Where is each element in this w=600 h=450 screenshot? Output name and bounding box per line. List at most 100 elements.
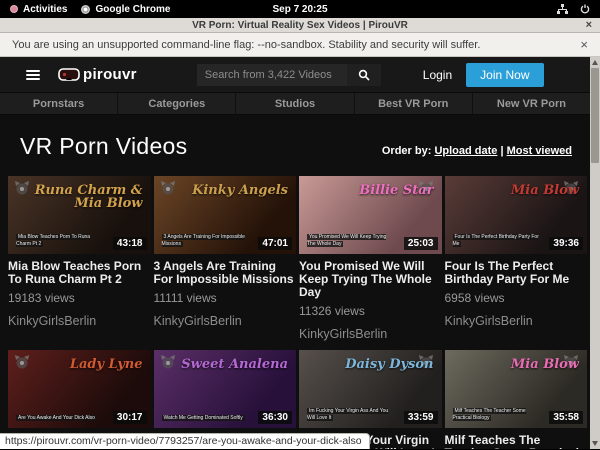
system-top-bar: Activities Google Chrome Sep 7 20:25 xyxy=(0,0,600,18)
activities-icon xyxy=(10,5,18,13)
scrollbar-thumb[interactable] xyxy=(591,68,599,163)
page-title: VR Porn Videos xyxy=(20,133,187,160)
infobar-message: You are using an unsupported command-lin… xyxy=(12,39,480,51)
video-thumbnail[interactable]: Sweet Analena Watch Me Getting Dominated… xyxy=(154,350,297,428)
page: pirouvr Login Join Now PornstarsCategori… xyxy=(0,57,590,449)
logo-text: pirouvr xyxy=(83,66,137,83)
menu-item-studios[interactable]: Studios xyxy=(236,93,354,114)
thumbnail-caption: Mia Blow Teaches Porn To Runa Charm Pt 2 xyxy=(16,234,104,248)
site-header: pirouvr Login Join Now xyxy=(0,57,590,92)
video-card: Mia Blow Four Is The Perfect Birthday Pa… xyxy=(445,176,588,341)
performer-name-overlay: Mia Blow xyxy=(511,358,579,371)
studio-logo-icon xyxy=(160,181,176,195)
video-thumbnail[interactable]: Lady Lyne Are You Awake And Your Dick Al… xyxy=(8,350,151,428)
thumbnail-caption: Im Fucking Your Virgin Ass And You Will … xyxy=(307,408,395,422)
video-title[interactable]: 3 Angels Are Training For Impossible Mis… xyxy=(154,260,297,286)
order-separator: | xyxy=(500,145,503,157)
hamburger-menu-icon[interactable] xyxy=(26,70,40,80)
menu-item-new-vr-porn[interactable]: New VR Porn xyxy=(473,93,590,114)
duration-badge: 33:59 xyxy=(404,411,438,424)
search-icon xyxy=(358,69,370,81)
search-button[interactable] xyxy=(347,64,381,86)
video-thumbnail[interactable]: Mia Blow Four Is The Perfect Birthday Pa… xyxy=(445,176,588,254)
performer-name-overlay: Daisy Dyson xyxy=(345,358,433,371)
network-icon[interactable] xyxy=(557,4,568,14)
video-card: Mia Blow Milf Teaches The Teacher Some P… xyxy=(445,350,588,449)
browser-viewport: pirouvr Login Join Now PornstarsCategori… xyxy=(0,57,600,449)
login-link[interactable]: Login xyxy=(423,68,452,82)
search-input[interactable] xyxy=(197,64,347,86)
video-title[interactable]: Milf Teaches The Teacher Some Practical … xyxy=(445,434,588,449)
window-title: VR Porn: Virtual Reality Sex Videos | Pi… xyxy=(192,20,408,31)
video-title[interactable]: Four Is The Perfect Birthday Party For M… xyxy=(445,260,588,286)
clock[interactable]: Sep 7 20:25 xyxy=(272,4,327,15)
join-now-button[interactable]: Join Now xyxy=(466,63,543,87)
video-grid: Runa Charm & Mia Blow Mia Blow Teaches P… xyxy=(0,176,590,449)
window-close-icon[interactable]: × xyxy=(586,18,592,33)
performer-name-overlay: Billie Star xyxy=(359,184,433,197)
video-thumbnail[interactable]: Runa Charm & Mia Blow Mia Blow Teaches P… xyxy=(8,176,151,254)
thumbnail-caption: You Promised We Will Keep Trying The Who… xyxy=(307,234,395,248)
menu-item-categories[interactable]: Categories xyxy=(118,93,236,114)
menu-item-pornstars[interactable]: Pornstars xyxy=(0,93,118,114)
duration-badge: 30:17 xyxy=(113,411,147,424)
performer-name-overlay: Runa Charm & Mia Blow xyxy=(29,184,143,210)
performer-name-overlay: Kinky Angels xyxy=(192,184,288,197)
infobar: You are using an unsupported command-lin… xyxy=(0,33,600,57)
activities-label: Activities xyxy=(23,4,67,15)
site-logo[interactable]: pirouvr xyxy=(58,66,137,83)
menu-item-best-vr-porn[interactable]: Best VR Porn xyxy=(355,93,473,114)
video-thumbnail[interactable]: Billie Star You Promised We Will Keep Tr… xyxy=(299,176,442,254)
vr-goggles-icon xyxy=(58,68,80,81)
app-menu-button[interactable]: Google Chrome xyxy=(81,4,170,15)
performer-name-overlay: Lady Lyne xyxy=(70,358,143,371)
order-by: Order by: Upload date | Most viewed xyxy=(382,145,572,160)
video-title[interactable]: You Promised We Will Keep Trying The Who… xyxy=(299,260,442,299)
infobar-close-icon[interactable]: × xyxy=(580,37,588,52)
performer-name-overlay: Sweet Analena xyxy=(181,358,288,371)
status-url-popup: https://pirouvr.com/vr-porn-video/779325… xyxy=(0,433,370,449)
app-menu-label: Google Chrome xyxy=(95,4,170,15)
search-bar xyxy=(197,64,381,86)
video-views: 19183 views xyxy=(8,291,151,305)
duration-badge: 36:30 xyxy=(258,411,292,424)
window-titlebar: VR Porn: Virtual Reality Sex Videos | Pi… xyxy=(0,18,600,33)
scrollbar[interactable] xyxy=(590,57,600,449)
studio-link[interactable]: KinkyGirlsBerlin xyxy=(154,314,297,328)
activities-button[interactable]: Activities xyxy=(10,4,67,15)
studio-link[interactable]: KinkyGirlsBerlin xyxy=(445,314,588,328)
video-card: Billie Star You Promised We Will Keep Tr… xyxy=(299,176,442,341)
duration-badge: 43:18 xyxy=(113,237,147,250)
duration-badge: 35:58 xyxy=(549,411,583,424)
video-thumbnail[interactable]: Kinky Angels 3 Angels Are Training For I… xyxy=(154,176,297,254)
studio-logo-icon xyxy=(160,355,176,369)
video-thumbnail[interactable]: Daisy Dyson Im Fucking Your Virgin Ass A… xyxy=(299,350,442,428)
studio-logo-icon xyxy=(14,355,30,369)
scroll-up-icon[interactable] xyxy=(592,60,598,65)
thumbnail-caption: Watch Me Getting Dominated Softly xyxy=(162,415,245,422)
power-icon[interactable] xyxy=(580,4,590,14)
video-views: 11111 views xyxy=(154,291,297,305)
scroll-down-icon[interactable] xyxy=(592,441,598,446)
performer-name-overlay: Mia Blow xyxy=(511,184,579,197)
duration-badge: 25:03 xyxy=(404,237,438,250)
order-by-label: Order by: xyxy=(382,145,432,157)
thumbnail-caption: Four Is The Perfect Birthday Party For M… xyxy=(453,234,541,248)
thumbnail-caption: Milf Teaches The Teacher Some Practical … xyxy=(453,408,541,422)
thumbnail-caption: 3 Angels Are Training For Impossible Mis… xyxy=(162,234,250,248)
chrome-icon xyxy=(81,5,90,14)
video-card: Runa Charm & Mia Blow Mia Blow Teaches P… xyxy=(8,176,151,341)
video-card: Kinky Angels 3 Angels Are Training For I… xyxy=(154,176,297,341)
thumbnail-caption: Are You Awake And Your Dick Also xyxy=(16,415,97,422)
main-menu: PornstarsCategoriesStudiosBest VR PornNe… xyxy=(0,92,590,115)
order-most-viewed-link[interactable]: Most viewed xyxy=(507,145,572,157)
video-title[interactable]: Mia Blow Teaches Porn To Runa Charm Pt 2 xyxy=(8,260,151,286)
video-thumbnail[interactable]: Mia Blow Milf Teaches The Teacher Some P… xyxy=(445,350,588,428)
video-views: 6958 views xyxy=(445,291,588,305)
order-upload-date-link[interactable]: Upload date xyxy=(434,145,497,157)
studio-link[interactable]: KinkyGirlsBerlin xyxy=(8,314,151,328)
studio-link[interactable]: KinkyGirlsBerlin xyxy=(299,327,442,341)
video-views: 11326 views xyxy=(299,304,442,318)
duration-badge: 47:01 xyxy=(258,237,292,250)
heading-row: VR Porn Videos Order by: Upload date | M… xyxy=(0,115,590,176)
